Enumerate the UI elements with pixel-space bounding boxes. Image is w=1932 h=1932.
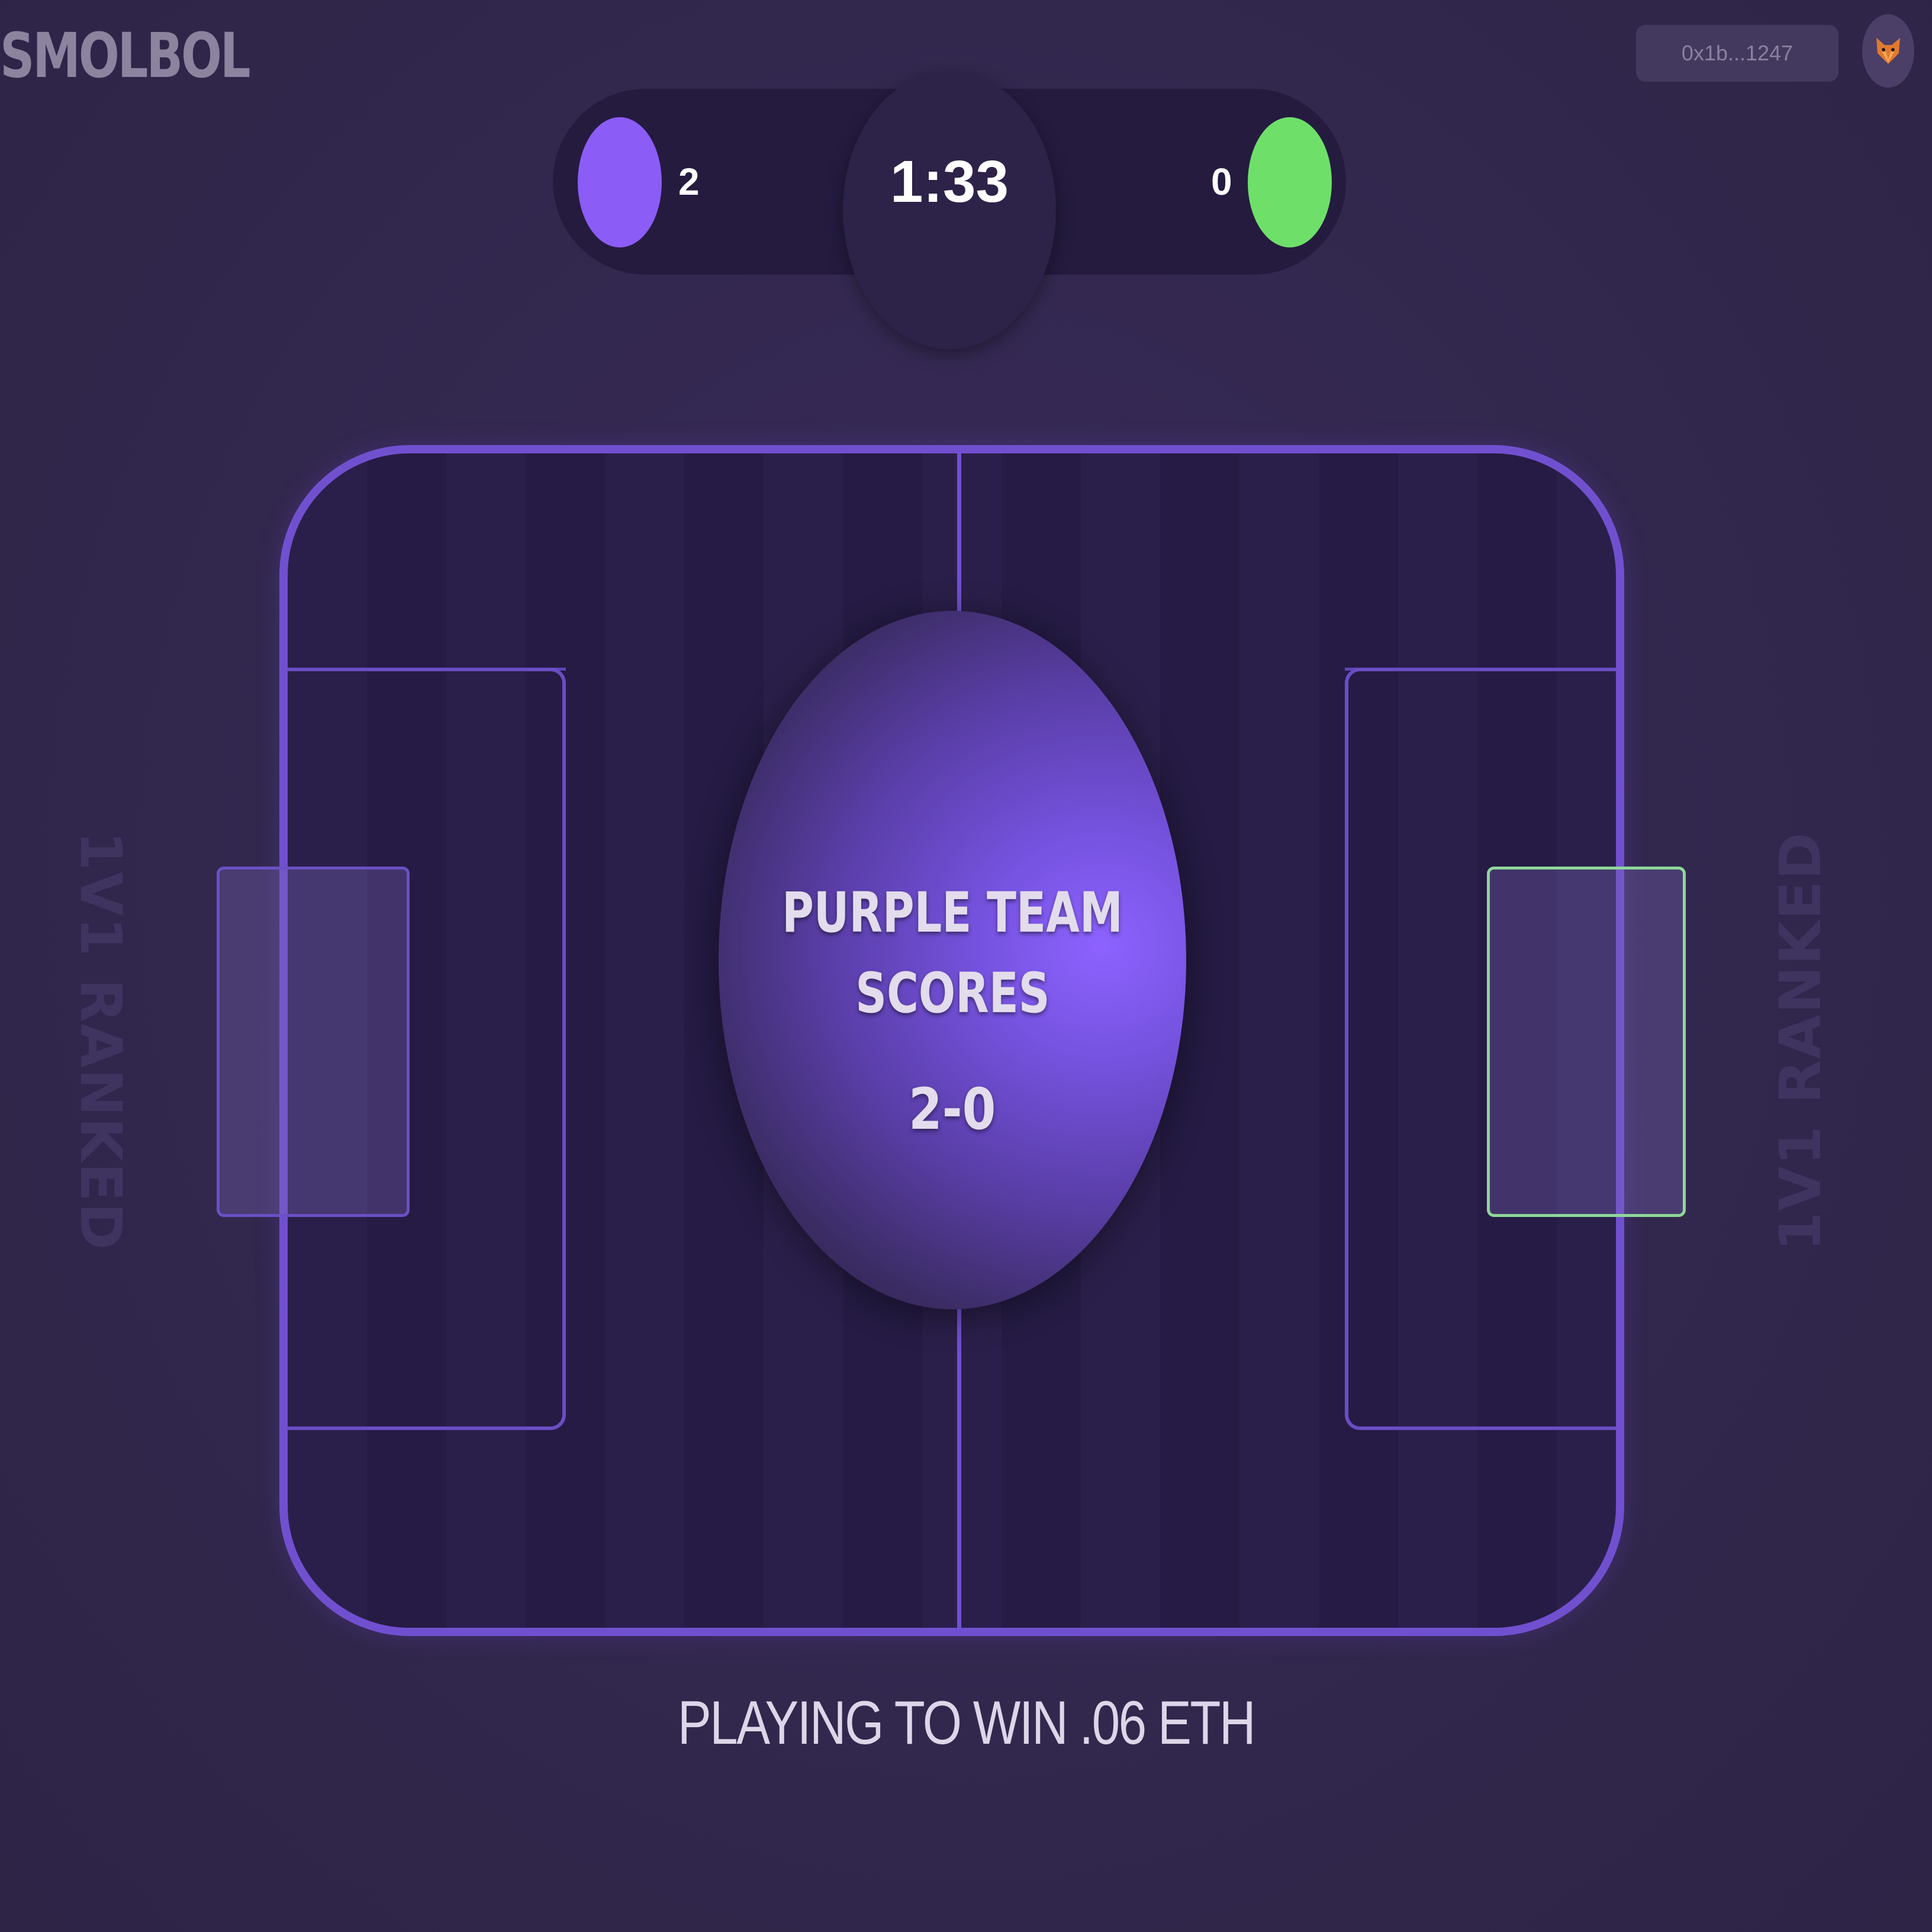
left-goal [217,867,410,1217]
green-team-indicator [1248,117,1332,247]
wallet-address-button[interactable]: 0x1b...1247 [1636,25,1838,82]
goal-announcement: PURPLE TEAM SCORES 2-0 [719,611,1186,1309]
goal-message-line2: SCORES [855,961,1050,1026]
goal-message-line1: PURPLE TEAM [782,881,1123,945]
prize-text: PLAYING TO WIN .06 ETH [677,1689,1256,1757]
timer-text: 1:33 [890,149,1009,215]
app-logo: SMOLBOL [0,20,251,92]
user-avatar[interactable] [1862,14,1914,88]
purple-team-score: 2 [678,160,700,203]
fox-avatar-icon [1876,38,1900,64]
purple-team-indicator [578,117,662,247]
mode-label-right: 1V1 RANKED [1767,831,1834,1251]
match-timer: 1:33 [843,71,1056,349]
goal-message-score: 2-0 [909,1076,996,1142]
green-team-score: 0 [1211,160,1232,203]
mode-label-left: 1V1 RANKED [67,831,134,1251]
right-goal [1487,867,1686,1217]
